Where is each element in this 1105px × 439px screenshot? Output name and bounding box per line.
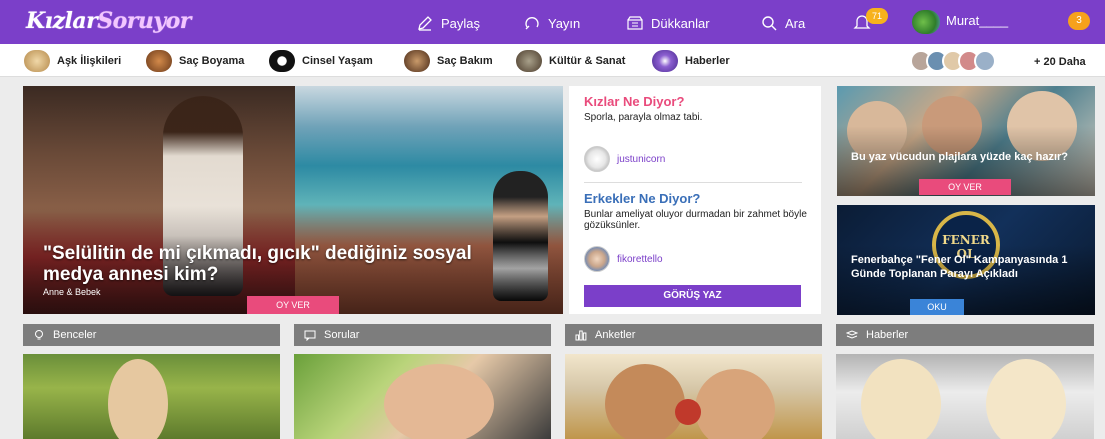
nav-stores[interactable]: Dükkanlar [626, 13, 710, 33]
category-culture-art[interactable]: Kültür & Sanat [516, 49, 625, 73]
avatar[interactable] [584, 246, 610, 272]
boys-opinion-user[interactable]: fikorettello [617, 254, 663, 265]
message-count-badge[interactable]: 3 [1068, 12, 1090, 30]
chat-icon [304, 330, 316, 341]
section-questions[interactable]: Sorular [294, 324, 551, 346]
news-icon [846, 330, 858, 339]
preview-figure [605, 364, 685, 439]
category-bar: Aşk İlişkileri Saç Boyama Cinsel Yaşam S… [0, 44, 1105, 77]
preview-figure [695, 369, 775, 439]
side-story-card[interactable]: Bu yaz vücudun plajlara yüzde kaç hazır?… [837, 86, 1095, 196]
polls-preview-image[interactable] [565, 354, 822, 439]
opinions-panel: Kızlar Ne Diyor? Sporla, parayla olmaz t… [569, 86, 821, 314]
more-categories-avatars[interactable] [910, 50, 996, 72]
nav-search-label: Ara [785, 15, 806, 31]
preview-figure [108, 359, 168, 439]
section-label: Anketler [595, 329, 636, 341]
category-hair-dye[interactable]: Saç Boyama [146, 49, 244, 73]
girls-opinion-heading: Kızlar Ne Diyor? [584, 94, 685, 109]
section-polls[interactable]: Anketler [565, 324, 822, 346]
category-label: Saç Boyama [179, 55, 245, 67]
lightbulb-icon [35, 330, 43, 340]
write-opinion-button[interactable]: GÖRÜŞ YAZ [584, 285, 801, 307]
girls-opinion-text: Sporla, parayla olmaz tabi. [584, 112, 703, 123]
category-hair-care[interactable]: Saç Bakım [404, 49, 493, 73]
category-sexual-life[interactable]: Cinsel Yaşam [269, 49, 373, 73]
section-label: Benceler [53, 329, 97, 341]
side-story-title[interactable]: Bu yaz vücudun plajlara yüzde kaç hazır? [851, 150, 1091, 164]
preview-figure [675, 399, 701, 425]
logo-text-main: Kızlar [26, 8, 98, 34]
section-news[interactable]: Haberler [836, 324, 1094, 346]
logo-text-accent: Soruyor [97, 8, 191, 34]
featured-title[interactable]: "Selülitin de mi çıkmadı, gıcık" dediğin… [43, 243, 513, 285]
category-label: Saç Bakım [437, 55, 493, 67]
avatar[interactable] [584, 146, 610, 172]
category-label: Kültür & Sanat [549, 55, 626, 67]
boys-opinion-heading: Erkekler Ne Diyor? [584, 191, 701, 206]
pencil-icon [418, 16, 432, 31]
bar-chart-icon [575, 330, 587, 341]
questions-preview-image[interactable] [294, 354, 551, 439]
category-thumb [974, 50, 996, 72]
boys-opinion-text: Bunlar ameliyat oluyor durmadan bir zahm… [584, 209, 807, 231]
category-thumb [24, 50, 50, 72]
category-thumb [146, 50, 172, 72]
featured-story[interactable]: "Selülitin de mi çıkmadı, gıcık" dediğin… [23, 86, 563, 314]
site-logo[interactable]: KızlarSoruyor [26, 8, 191, 34]
nav-share[interactable]: Paylaş [416, 13, 480, 33]
preview-figure [986, 359, 1066, 439]
category-thumb [404, 50, 430, 72]
category-label: Haberler [685, 55, 730, 67]
search-icon [762, 16, 777, 31]
top-navigation-bar: KızlarSoruyor Paylaş Yayın Dükkanlar Ara… [0, 0, 1105, 44]
side-story-title[interactable]: Fenerbahçe "Fener Ol" Kampanyasında 1 Gü… [851, 253, 1091, 281]
store-icon [627, 16, 643, 30]
category-love[interactable]: Aşk İlişkileri [24, 49, 121, 73]
category-label: Cinsel Yaşam [302, 55, 373, 67]
preview-figure [384, 364, 494, 439]
nav-broadcast-label: Yayın [548, 15, 581, 31]
read-button[interactable]: OKU [910, 299, 964, 315]
category-thumb [516, 50, 542, 72]
nav-broadcast[interactable]: Yayın [523, 13, 580, 33]
section-label: Sorular [324, 329, 360, 341]
category-thumb [269, 50, 295, 72]
category-label: Aşk İlişkileri [57, 55, 122, 67]
girls-opinion-user[interactable]: justunicorn [617, 154, 665, 165]
featured-category[interactable]: Anne & Bebek [43, 287, 101, 297]
opinions-preview-image[interactable] [23, 354, 280, 439]
news-preview-image[interactable] [836, 354, 1094, 439]
user-name[interactable]: Murat____ [946, 13, 1008, 28]
more-categories-link[interactable]: + 20 Daha [1034, 56, 1086, 68]
divider [584, 182, 802, 183]
vote-button[interactable]: OY VER [919, 179, 1011, 195]
category-thumb [652, 50, 678, 72]
section-opinions[interactable]: Benceler [23, 324, 280, 346]
nav-search[interactable]: Ara [760, 13, 805, 33]
nav-share-label: Paylaş [441, 15, 481, 31]
nav-stores-label: Dükkanlar [651, 15, 710, 31]
category-news[interactable]: Haberler [652, 49, 730, 73]
preview-figure [861, 359, 941, 439]
side-story-card[interactable]: FENER OL Fenerbahçe "Fener Ol" Kampanyas… [837, 205, 1095, 315]
broadcast-icon [525, 17, 539, 30]
notification-count-badge: 71 [866, 8, 888, 24]
section-label: Haberler [866, 329, 909, 341]
user-avatar[interactable] [912, 10, 940, 34]
vote-button[interactable]: OY VER [247, 296, 339, 314]
